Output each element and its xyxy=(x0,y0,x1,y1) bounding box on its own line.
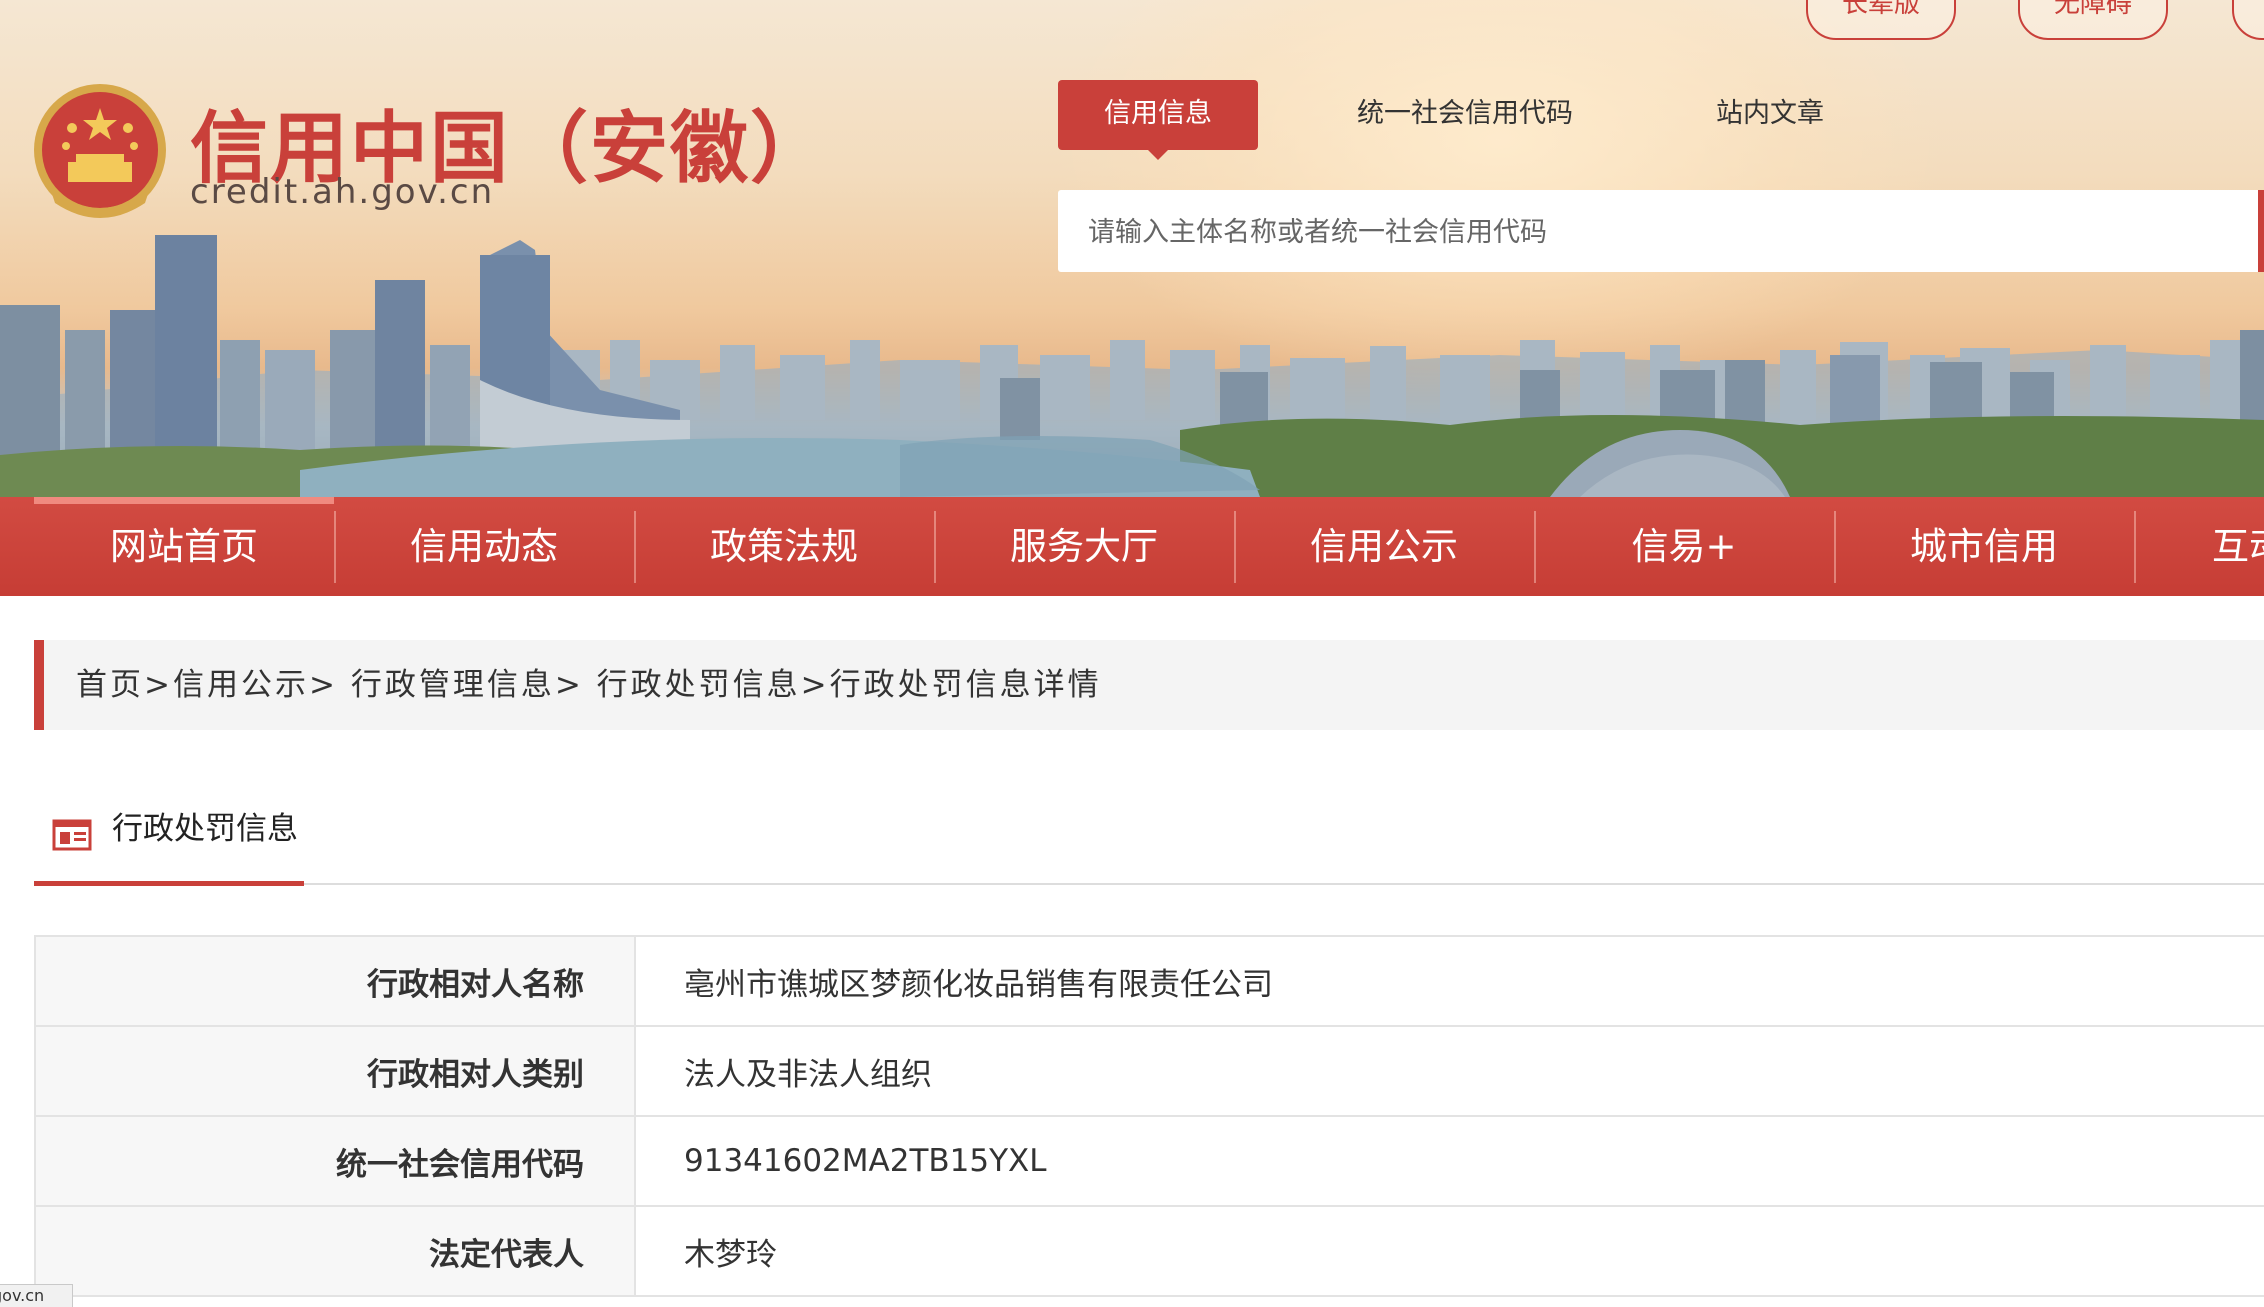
search-box xyxy=(1058,190,2264,274)
nav-item-service-hall[interactable]: 服务大厅 xyxy=(934,497,1234,596)
tab-site-articles[interactable]: 站内文章 xyxy=(1690,80,1850,150)
breadcrumb: 首页>信用公示> 行政管理信息> 行政处罚信息>行政处罚信息详情 xyxy=(34,640,2264,730)
section-divider xyxy=(34,883,2264,885)
search-input[interactable] xyxy=(1058,190,2240,274)
row-value: 亳州市谯城区梦颜化妆品销售有限责任公司 xyxy=(634,935,2264,1027)
site-logo-domain: credit.ah.gov.cn xyxy=(190,172,495,212)
breadcrumb-home-link[interactable]: 首页 xyxy=(76,667,144,703)
table-row: 统一社会信用代码 91341602MA2TB15YXL xyxy=(34,1115,2264,1207)
document-list-icon xyxy=(52,812,92,874)
breadcrumb-credit-publicity-link[interactable]: 信用公示 xyxy=(173,667,309,703)
header-banner: 长辈版 无障碍 信用中国（安徽） credit.ah.gov.cn 信用信息 统… xyxy=(0,0,2264,497)
search-submit-button[interactable] xyxy=(2258,190,2264,272)
nav-item-interaction[interactable]: 互动 xyxy=(2134,497,2264,596)
tab-credit-info-label: 信用信息 xyxy=(1104,98,1212,129)
table-row: 法定代表人 木梦玲 xyxy=(34,1205,2264,1297)
nav-item-credit-news[interactable]: 信用动态 xyxy=(334,497,634,596)
tab-credit-code[interactable]: 统一社会信用代码 xyxy=(1320,80,1610,150)
nav-item-credit-publicity[interactable]: 信用公示 xyxy=(1234,497,1534,596)
breadcrumb-separator: > xyxy=(308,667,338,703)
national-emblem-icon xyxy=(30,78,170,232)
row-label: 法定代表人 xyxy=(34,1205,636,1297)
nav-item-policy[interactable]: 政策法规 xyxy=(634,497,934,596)
row-value: 91341602MA2TB15YXL xyxy=(634,1115,2264,1207)
nav-item-xinyi-plus[interactable]: 信易+ xyxy=(1534,497,1834,596)
elder-mode-button[interactable]: 长辈版 xyxy=(1806,0,1956,40)
breadcrumb-separator: > xyxy=(800,667,830,703)
breadcrumb-penalty-info-link[interactable]: 行政处罚信息 xyxy=(597,667,801,703)
row-label: 统一社会信用代码 xyxy=(34,1115,636,1207)
breadcrumb-admin-info-link[interactable]: 行政管理信息 xyxy=(351,667,555,703)
accessibility-button[interactable]: 无障碍 xyxy=(2018,0,2168,40)
row-label: 行政相对人类别 xyxy=(34,1025,636,1117)
section-title: 行政处罚信息 xyxy=(112,811,298,847)
table-row: 行政相对人名称 亳州市谯城区梦颜化妆品销售有限责任公司 xyxy=(34,935,2264,1027)
breadcrumb-separator: > xyxy=(554,667,584,703)
row-label: 行政相对人名称 xyxy=(34,935,636,1027)
section-divider-accent xyxy=(34,881,304,886)
tab-credit-info[interactable]: 信用信息 xyxy=(1058,80,1258,160)
breadcrumb-separator: > xyxy=(144,667,173,703)
browser-status-bar: gov.cn xyxy=(0,1284,73,1307)
main-nav: 网站首页 信用动态 政策法规 服务大厅 信用公示 信易+ 城市信用 互动 xyxy=(0,497,2264,596)
breadcrumb-current-page: 行政处罚信息详情 xyxy=(829,667,1102,703)
active-tab-caret xyxy=(1148,150,1168,160)
nav-item-home[interactable]: 网站首页 xyxy=(34,497,334,596)
nav-item-city-credit[interactable]: 城市信用 xyxy=(1834,497,2134,596)
penalty-details-table: 行政相对人名称 亳州市谯城区梦颜化妆品销售有限责任公司 行政相对人类别 法人及非… xyxy=(34,935,2264,1297)
row-value: 木梦玲 xyxy=(634,1205,2264,1297)
row-value: 法人及非法人组织 xyxy=(634,1025,2264,1117)
table-row: 行政相对人类别 法人及非法人组织 xyxy=(34,1025,2264,1117)
